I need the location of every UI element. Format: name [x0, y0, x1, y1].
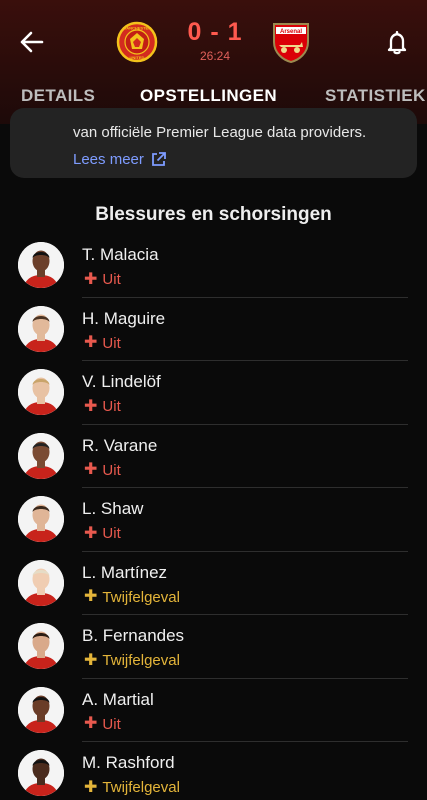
external-link-icon: [151, 152, 166, 166]
player-status: ✚ Twijfelgeval: [84, 779, 180, 796]
player-status: ✚ Uit: [84, 525, 121, 542]
status-label: Twijfelgeval: [102, 588, 180, 606]
player-avatar: [18, 496, 64, 542]
notifications-button[interactable]: [381, 26, 413, 58]
player-name: M. Rashford: [82, 753, 175, 772]
medical-cross-icon: ✚: [84, 715, 98, 732]
injuries-section-title: Blessures en schorsingen: [95, 204, 332, 225]
match-clock: 26:24: [199, 49, 231, 63]
player-row[interactable]: B. Fernandes ✚ Twijfelgeval: [0, 615, 427, 679]
player-photo-icon: [18, 559, 64, 606]
match-page: MANCHESTER UNITED 0 - 1 26:24 Arsenal DE…: [0, 0, 427, 800]
player-avatar: [18, 305, 64, 352]
back-button[interactable]: [16, 26, 48, 58]
tab-details[interactable]: DETAILS: [21, 86, 95, 106]
status-label: Uit: [102, 334, 121, 352]
status-label: Uit: [102, 271, 121, 288]
player-row[interactable]: A. Martial ✚ Uit: [0, 679, 427, 742]
data-source-text: van officiële Premier League data provid…: [73, 124, 367, 141]
medical-cross-icon: ✚: [84, 524, 98, 542]
player-status: ✚ Uit: [84, 716, 121, 733]
player-photo-icon: [18, 369, 64, 415]
bell-icon: [387, 31, 407, 55]
arsenal-crest-icon: Arsenal: [273, 23, 309, 64]
player-row[interactable]: R. Varane ✚ Uit: [0, 425, 427, 488]
medical-cross-icon: ✚: [84, 334, 98, 351]
player-status: ✚ Twijfelgeval: [84, 652, 180, 669]
arrow-left-icon: [20, 31, 44, 53]
player-row[interactable]: V. Lindelöf ✚ Uit: [0, 361, 427, 425]
match-header: MANCHESTER UNITED 0 - 1 26:24 Arsenal DE…: [0, 0, 427, 124]
medical-cross-icon: ✚: [84, 397, 98, 415]
player-name: A. Martial: [82, 689, 154, 709]
home-team-crest[interactable]: MANCHESTER UNITED: [116, 20, 158, 64]
player-photo-icon: [18, 432, 64, 479]
player-avatar: [18, 369, 64, 415]
player-name: T. Malacia: [82, 245, 159, 264]
player-avatar: [18, 750, 64, 796]
read-more-label: Lees meer: [73, 151, 144, 168]
read-more-link[interactable]: Lees meer: [73, 151, 167, 168]
player-avatar: [18, 432, 64, 479]
data-source-card: van officiële Premier League data provid…: [10, 108, 417, 178]
player-name: H. Maguire: [82, 308, 166, 328]
player-photo-icon: [18, 242, 64, 288]
tab-statistiek[interactable]: STATISTIEK: [325, 86, 426, 106]
player-name: V. Lindelöf: [82, 372, 161, 391]
svg-text:MANCHESTER: MANCHESTER: [123, 26, 151, 31]
player-row[interactable]: H. Maguire ✚ Uit: [0, 298, 427, 361]
player-status: ✚ Uit: [84, 398, 121, 415]
player-photo-icon: [18, 750, 64, 796]
medical-cross-icon: ✚: [84, 778, 98, 796]
medical-cross-icon: ✚: [84, 461, 98, 478]
player-status: ✚ Twijfelgeval: [84, 589, 180, 606]
player-avatar: [18, 242, 64, 288]
match-score: 0 - 1: [187, 18, 243, 46]
injury-list: T. Malacia ✚ Uit H. Maguire ✚ Uit V. Lindelöf ✚…: [0, 234, 427, 800]
player-avatar: [18, 686, 64, 733]
status-label: Twijfelgeval: [102, 779, 180, 796]
player-name: L. Shaw: [82, 499, 144, 518]
status-label: Uit: [102, 525, 121, 542]
status-label: Twijfelgeval: [102, 652, 180, 669]
away-team-crest[interactable]: Arsenal: [270, 20, 312, 64]
medical-cross-icon: ✚: [84, 651, 98, 669]
svg-text:UNITED: UNITED: [130, 55, 145, 60]
player-status: ✚ Uit: [84, 335, 121, 352]
svg-text:Arsenal: Arsenal: [280, 29, 302, 35]
status-label: Uit: [102, 398, 121, 415]
player-photo-icon: [18, 305, 64, 352]
medical-cross-icon: ✚: [84, 588, 98, 605]
status-label: Uit: [102, 715, 121, 733]
status-label: Uit: [102, 461, 121, 479]
tab-opstellingen[interactable]: OPSTELLINGEN: [140, 86, 277, 106]
player-row[interactable]: M. Rashford ✚ Twijfelgeval: [0, 742, 427, 800]
player-avatar: [18, 559, 64, 606]
medical-cross-icon: ✚: [84, 270, 98, 288]
player-row[interactable]: L. Martínez ✚ Twijfelgeval: [0, 552, 427, 615]
player-photo-icon: [18, 686, 64, 733]
player-status: ✚ Uit: [84, 271, 121, 288]
player-name: R. Varane: [82, 435, 158, 455]
manchester-united-crest-icon: MANCHESTER UNITED: [116, 21, 158, 63]
player-avatar: [18, 623, 64, 669]
player-photo-icon: [18, 496, 64, 542]
player-name: L. Martínez: [82, 562, 168, 582]
player-photo-icon: [18, 623, 64, 669]
player-row[interactable]: T. Malacia ✚ Uit: [0, 234, 427, 298]
player-name: B. Fernandes: [82, 626, 185, 645]
player-row[interactable]: L. Shaw ✚ Uit: [0, 488, 427, 552]
player-status: ✚ Uit: [84, 462, 121, 479]
